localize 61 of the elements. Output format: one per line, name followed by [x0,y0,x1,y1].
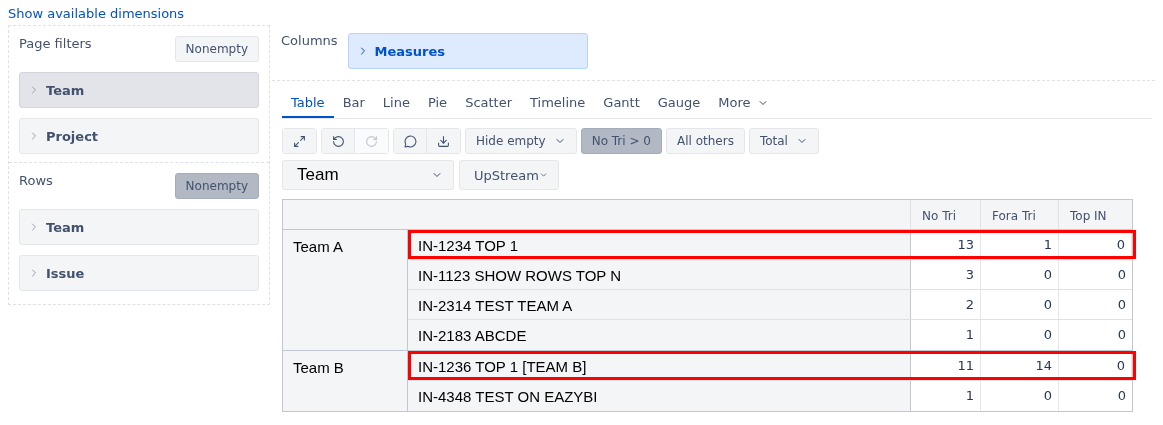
value-cell: 0 [1059,351,1132,380]
value-cell: 1 [911,381,981,411]
value-cell: 0 [981,290,1059,319]
undo-icon [331,134,345,148]
team-cell: Team A [283,230,408,350]
measures-item[interactable]: Measures [347,33,588,69]
chart-tab[interactable]: Line [373,89,419,118]
nonempty-button[interactable]: Nonempty [174,36,259,62]
dimension-item[interactable]: Team [19,209,259,245]
section-title: Columns [281,33,338,50]
value-cell: 0 [981,381,1059,411]
dimension-item[interactable]: Issue [19,255,259,291]
value-cell-text: 0 [1116,296,1127,314]
chart-tab[interactable]: Gantt [594,89,649,118]
column-header: Fora Tri [981,200,1059,229]
chart-tab[interactable]: Gauge [648,89,710,118]
chart-tab[interactable]: Pie [418,89,457,118]
chart-tab[interactable]: More [709,89,778,118]
comment-icon [403,134,417,148]
value-cell: 11 [911,351,981,380]
issue-cell: IN-2183 ABCDE [408,320,911,350]
team-cell: Team B [283,351,408,411]
comment-button[interactable] [394,129,427,153]
issue-cell: IN-4348 TEST ON EAZYBI [408,381,911,411]
redo-icon [365,134,378,148]
column-header: No Tri [911,200,981,229]
value-cell: 13 [911,230,981,259]
chart-tab[interactable]: Table [282,89,334,118]
value-cell-text: 0 [1116,266,1127,284]
section-title: Page filters [19,36,92,51]
issue-cell: IN-2314 TEST TEAM A [408,290,911,319]
download-icon [437,134,450,148]
chart-tab[interactable]: Bar [333,89,374,118]
chart-tab[interactable]: Scatter [456,89,522,118]
value-cell: 1 [981,230,1059,259]
value-cell-text: 0 [1116,387,1127,405]
value-cell-text: 0 [1116,326,1127,344]
dropdown-button[interactable]: Hide empty [465,128,577,154]
toggle-button[interactable]: No Tri > 0 [580,128,662,154]
dimensions-link[interactable]: Show available dimensions [8,6,185,25]
expand-button[interactable] [283,129,316,153]
undo-button[interactable] [322,129,355,153]
chart-tab[interactable]: Timeline [521,89,595,118]
column-header: Top IN [1069,208,1108,225]
dimension-item[interactable]: Project [19,118,259,154]
issue-cell: IN-1123 SHOW ROWS TOP N [408,260,911,289]
dimension-item[interactable]: Team [19,72,259,108]
select-field[interactable]: Team [282,160,454,190]
value-cell: 0 [981,260,1059,289]
value-cell: 0 [1059,230,1132,259]
dropdown-button[interactable]: Total [748,128,819,154]
select-field[interactable]: UpStream [459,160,559,190]
value-cell: 0 [981,320,1059,350]
section-title: Rows [19,173,53,188]
nonempty-button[interactable]: Nonempty [174,173,259,199]
value-cell: 1 [911,320,981,350]
value-cell: 2 [911,290,981,319]
value-cell: 14 [981,351,1059,380]
expand-icon [293,134,306,148]
value-cell: 3 [911,260,981,289]
toggle-button[interactable]: All others [665,128,745,154]
